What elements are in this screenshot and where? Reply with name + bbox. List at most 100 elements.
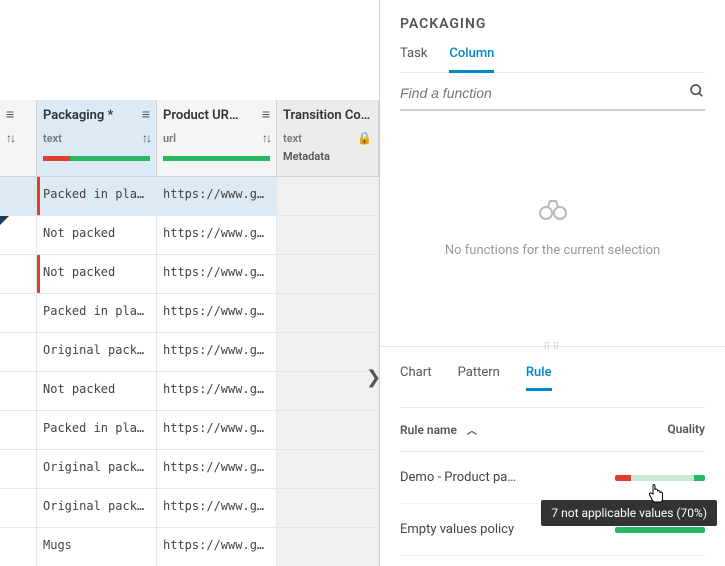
row-handle[interactable] <box>0 294 37 332</box>
column-menu-icon[interactable]: ≡ <box>142 108 150 122</box>
cell-packaging[interactable]: Not packed <box>37 372 157 410</box>
cell-packaging[interactable]: Mugs <box>37 528 157 566</box>
row-handle[interactable] <box>0 489 37 527</box>
table-row[interactable]: Not packedhttps://www.go… <box>0 372 379 411</box>
table-row[interactable]: Original packag…https://www.go… <box>0 450 379 489</box>
quality-tooltip: 7 not applicable values (70%) <box>541 500 717 526</box>
rule-quality-bar <box>615 475 705 481</box>
empty-message: No functions for the current selection <box>445 243 660 258</box>
cell-transition[interactable] <box>277 177 379 215</box>
rule-quality-bar <box>615 527 705 533</box>
table-row[interactable]: Mugshttps://www.go… <box>0 528 379 566</box>
column-title: Packaging * <box>43 108 113 123</box>
cell-url[interactable]: https://www.go… <box>157 489 277 527</box>
rule-quality-header[interactable]: Quality <box>667 422 705 437</box>
column-type: text <box>283 132 302 145</box>
table-row[interactable]: Original packag…https://www.go… <box>0 489 379 528</box>
table-row[interactable]: Not packedhttps://www.go… <box>0 216 379 255</box>
column-type: url <box>163 132 176 145</box>
cell-url[interactable]: https://www.goo… <box>157 177 277 215</box>
cell-packaging[interactable]: Packed in plast… <box>37 177 157 215</box>
row-handle[interactable] <box>0 216 37 254</box>
cell-url[interactable]: https://www.go… <box>157 294 277 332</box>
cell-packaging[interactable]: Not packed <box>37 255 157 293</box>
tab-pattern[interactable]: Pattern <box>458 365 500 391</box>
search-icon[interactable] <box>689 83 705 103</box>
cell-packaging[interactable]: Packed in plast… <box>37 411 157 449</box>
panel-top-tabs: Task Column <box>400 46 705 73</box>
quality-bar <box>163 156 270 161</box>
sort-icon[interactable]: ↑↓ <box>142 131 150 145</box>
table-header: ≡ ↑↓ Packaging * ≡ text ↑↓ <box>0 100 379 177</box>
menu-icon[interactable]: ≡ <box>6 108 14 122</box>
table-row[interactable]: Packed in plast…https://www.goo… <box>0 177 379 216</box>
row-handle[interactable] <box>0 411 37 449</box>
panel-title: PACKAGING <box>400 10 705 46</box>
cell-packaging[interactable]: Not packed <box>37 216 157 254</box>
cell-url[interactable]: https://www.go… <box>157 216 277 254</box>
fold-indicator-icon <box>0 216 10 225</box>
row-handle[interactable] <box>0 255 37 293</box>
sort-icon[interactable]: ↑↓ <box>6 131 14 145</box>
search-input[interactable] <box>400 85 689 101</box>
quality-bar <box>43 156 150 161</box>
table-row[interactable]: Packed in plast…https://www.go… <box>0 294 379 333</box>
cell-transition[interactable] <box>277 294 379 332</box>
cell-transition[interactable] <box>277 333 379 371</box>
column-header-transition[interactable]: Transition Co… text 🔒 Metadata <box>277 100 379 176</box>
binoculars-icon <box>538 199 568 227</box>
table-row[interactable]: Packed in plast…https://www.go… <box>0 411 379 450</box>
column-header-product-url[interactable]: Product UR… ≡ url ↑↓ <box>157 100 277 176</box>
invalid-indicator <box>37 177 40 215</box>
cell-transition[interactable] <box>277 255 379 293</box>
cell-transition[interactable] <box>277 528 379 566</box>
row-handle[interactable] <box>0 177 37 215</box>
cell-transition[interactable] <box>277 411 379 449</box>
side-panel: PACKAGING Task Column No functions for t… <box>380 0 725 566</box>
tab-rule[interactable]: Rule <box>526 365 552 391</box>
cell-transition[interactable] <box>277 489 379 527</box>
column-header-packaging[interactable]: Packaging * ≡ text ↑↓ <box>37 100 157 176</box>
column-title: Product UR… <box>163 108 238 123</box>
table-body: Packed in plast…https://www.goo…Not pack… <box>0 177 379 566</box>
data-grid: ≡ ↑↓ Packaging * ≡ text ↑↓ <box>0 0 380 566</box>
column-menu-icon[interactable]: ≡ <box>262 108 270 122</box>
drag-handle-icon[interactable]: ⠿⠿ <box>543 342 562 353</box>
bottom-panel: ⠿⠿ ❯ Chart Pattern Rule Rule name ︿ Qual… <box>380 346 725 566</box>
table-row[interactable]: Not packedhttps://www.go… <box>0 255 379 294</box>
table-row[interactable]: Original packag…https://www.go… <box>0 333 379 372</box>
tab-column[interactable]: Column <box>449 46 494 73</box>
cell-packaging[interactable]: Original packag… <box>37 450 157 488</box>
rule-table-header: Rule name ︿ Quality <box>400 407 705 452</box>
invalid-indicator <box>37 255 40 293</box>
cell-url[interactable]: https://www.go… <box>157 255 277 293</box>
row-handle[interactable] <box>0 528 37 566</box>
function-search <box>400 77 705 111</box>
row-handle[interactable] <box>0 372 37 410</box>
rule-name-header[interactable]: Rule name <box>400 423 457 437</box>
functions-empty-state: No functions for the current selection <box>380 111 725 346</box>
row-handle[interactable] <box>0 450 37 488</box>
column-type: text <box>43 132 62 145</box>
rule-name: Demo - Product pa… <box>400 470 615 485</box>
cell-url[interactable]: https://www.go… <box>157 333 277 371</box>
cell-url[interactable]: https://www.go… <box>157 528 277 566</box>
cell-transition[interactable] <box>277 372 379 410</box>
cell-transition[interactable] <box>277 450 379 488</box>
tab-chart[interactable]: Chart <box>400 365 432 391</box>
cell-packaging[interactable]: Original packag… <box>37 489 157 527</box>
cell-url[interactable]: https://www.go… <box>157 450 277 488</box>
column-title: Transition Co… <box>283 108 370 123</box>
chevron-right-icon[interactable]: ❯ <box>366 367 381 388</box>
cell-url[interactable]: https://www.go… <box>157 411 277 449</box>
sort-icon[interactable]: ↑↓ <box>262 131 270 145</box>
tab-task[interactable]: Task <box>400 46 427 72</box>
cell-packaging[interactable]: Original packag… <box>37 333 157 371</box>
column-meta-label: Metadata <box>283 150 372 163</box>
chevron-up-icon[interactable]: ︿ <box>467 422 477 437</box>
cell-transition[interactable] <box>277 216 379 254</box>
lock-icon: 🔒 <box>357 131 372 145</box>
cell-packaging[interactable]: Packed in plast… <box>37 294 157 332</box>
row-handle[interactable] <box>0 333 37 371</box>
cell-url[interactable]: https://www.go… <box>157 372 277 410</box>
